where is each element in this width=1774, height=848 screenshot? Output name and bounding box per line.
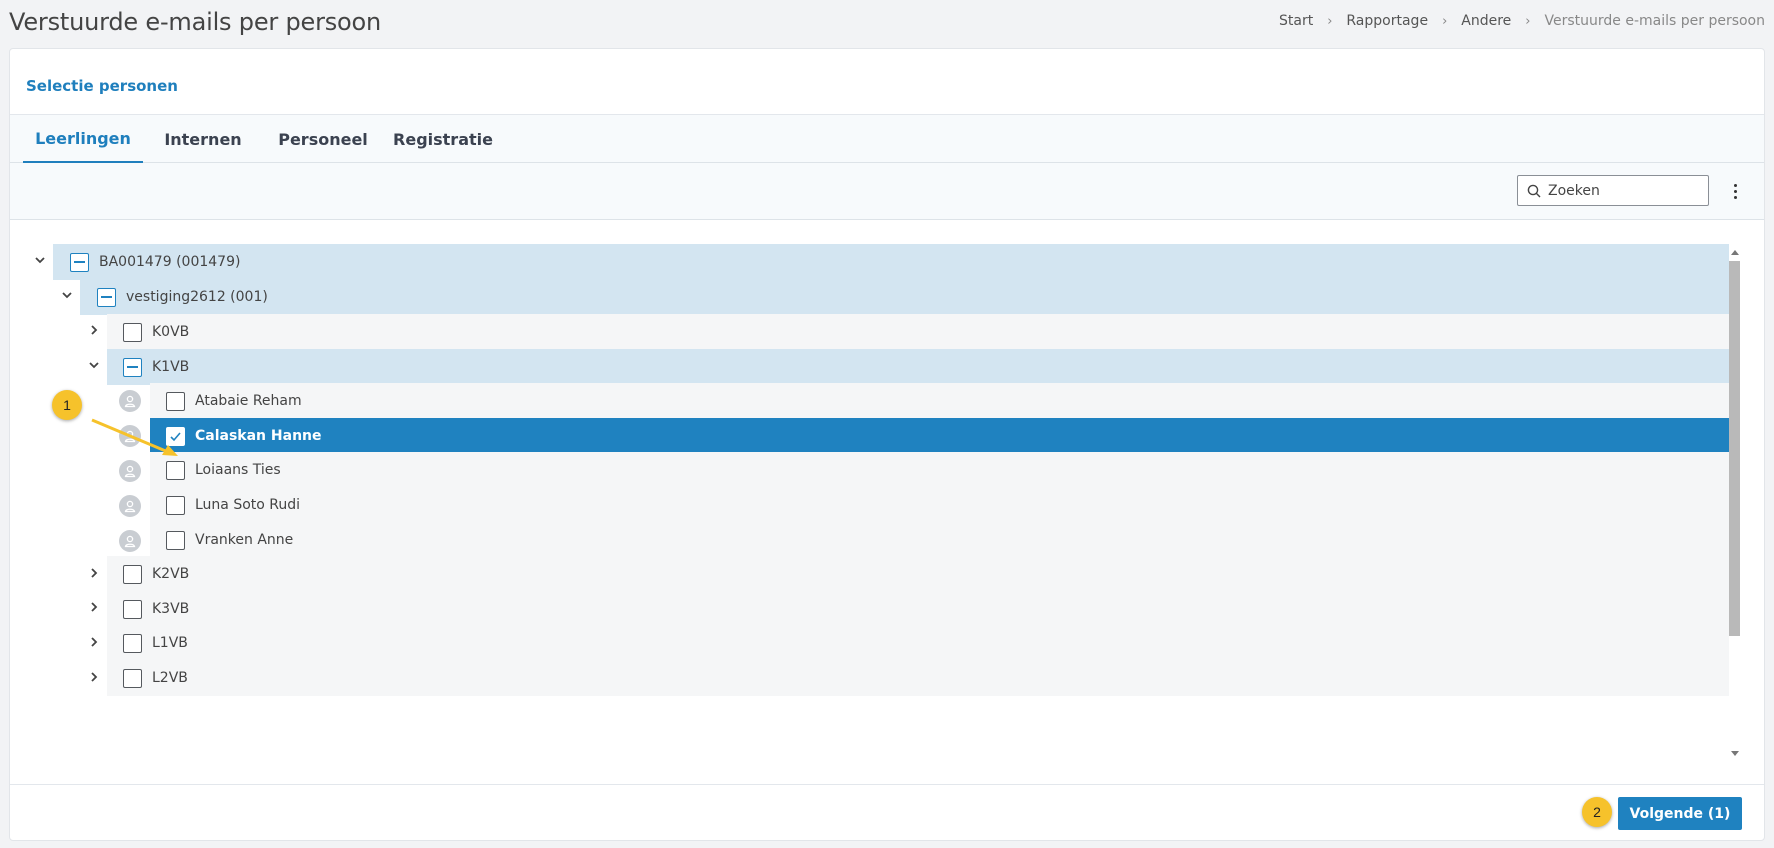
checkbox[interactable]	[166, 460, 185, 480]
tree-node-label: Vranken Anne	[195, 532, 294, 548]
tree-node-class[interactable]: L1VB	[107, 625, 1729, 661]
tab-leerlingen[interactable]: Leerlingen	[23, 115, 143, 163]
tree-node-student[interactable]: Atabaie Reham	[150, 383, 1729, 419]
tree-node-class[interactable]: K0VB	[107, 314, 1729, 350]
search-icon	[1527, 184, 1541, 197]
checkbox-partial[interactable]	[70, 252, 89, 272]
annotation-marker-1: 1	[52, 390, 82, 420]
chevron-right-icon[interactable]	[86, 634, 102, 650]
more-options-icon[interactable]	[1727, 180, 1743, 202]
chevron-right-icon[interactable]	[86, 599, 102, 615]
annotation-marker-2: 2	[1582, 797, 1612, 827]
toolbar	[10, 163, 1764, 220]
checkbox[interactable]	[123, 633, 142, 653]
tree-node-vestiging[interactable]: vestiging2612 (001)	[80, 279, 1729, 315]
tree-node-student[interactable]: Luna Soto Rudi	[150, 487, 1729, 523]
checkbox[interactable]	[123, 599, 142, 619]
chevron-right-icon: ›	[1327, 13, 1333, 29]
tree-view: BA001479 (001479) vestiging2612 (001) K0…	[10, 220, 1764, 786]
chevron-down-icon[interactable]	[59, 287, 75, 303]
tree-node-label: Luna Soto Rudi	[195, 497, 301, 513]
selection-card: Selectie personen Leerlingen Internen Pe…	[9, 48, 1765, 841]
tree-node-class[interactable]: K3VB	[107, 591, 1729, 627]
tree-node-label: Atabaie Reham	[195, 393, 302, 409]
person-avatar-icon	[119, 460, 141, 482]
scroll-down-icon[interactable]	[1731, 751, 1739, 756]
chevron-right-icon[interactable]	[86, 669, 102, 685]
annotation-arrow	[91, 418, 178, 456]
person-avatar-icon	[119, 530, 141, 552]
breadcrumb-rapportage[interactable]: Rapportage	[1346, 13, 1428, 29]
breadcrumb-start[interactable]: Start	[1279, 13, 1313, 29]
tree-scrollbar[interactable]	[1728, 248, 1741, 758]
checkbox[interactable]	[123, 322, 142, 342]
tree-node-label: K0VB	[152, 324, 190, 340]
tree-node-label: L2VB	[152, 670, 188, 686]
search-box[interactable]	[1517, 175, 1709, 206]
breadcrumb: Start › Rapportage › Andere › Verstuurde…	[1279, 13, 1765, 29]
tab-registratie[interactable]: Registratie	[383, 115, 503, 163]
chevron-down-icon[interactable]	[86, 357, 102, 373]
tree-node-student[interactable]: Vranken Anne	[150, 522, 1729, 558]
checkbox[interactable]	[166, 530, 185, 550]
card-footer: Volgende (1)	[10, 784, 1764, 840]
tree-node-label: BA001479 (001479)	[99, 254, 241, 270]
tree-node-label: vestiging2612 (001)	[126, 289, 268, 305]
tab-personeel[interactable]: Personeel	[263, 115, 383, 163]
breadcrumb-current: Verstuurde e-mails per persoon	[1544, 13, 1765, 29]
tree-node-student[interactable]: Loiaans Ties	[150, 452, 1729, 488]
tab-internen[interactable]: Internen	[143, 115, 263, 163]
chevron-down-icon[interactable]	[32, 252, 48, 268]
page-title: Verstuurde e-mails per persoon	[9, 8, 382, 36]
checkbox-partial[interactable]	[97, 287, 116, 307]
search-input[interactable]	[1548, 182, 1698, 199]
next-button[interactable]: Volgende (1)	[1618, 797, 1742, 830]
tab-bar: Leerlingen Internen Personeel Registrati…	[10, 115, 1764, 163]
tree-node-label: K1VB	[152, 359, 190, 375]
checkbox[interactable]	[166, 391, 185, 411]
checkbox-partial[interactable]	[123, 357, 142, 377]
scroll-up-icon[interactable]	[1731, 250, 1739, 255]
chevron-right-icon[interactable]	[86, 565, 102, 581]
checkbox[interactable]	[123, 564, 142, 584]
card-title: Selectie personen	[26, 77, 178, 95]
card-header: Selectie personen	[10, 49, 1764, 115]
tree-node-class[interactable]: K2VB	[107, 556, 1729, 592]
tree-node-label: K2VB	[152, 566, 190, 582]
tree-node-student-selected[interactable]: Calaskan Hanne	[150, 418, 1729, 454]
tree-node-root[interactable]: BA001479 (001479)	[53, 244, 1729, 280]
chevron-right-icon: ›	[1442, 13, 1448, 29]
tree-node-label: Calaskan Hanne	[195, 428, 322, 444]
tree-node-label: Loiaans Ties	[195, 462, 281, 478]
chevron-right-icon[interactable]	[86, 322, 102, 338]
checkbox[interactable]	[166, 495, 185, 515]
scrollbar-thumb[interactable]	[1729, 261, 1740, 636]
chevron-right-icon: ›	[1525, 13, 1531, 29]
breadcrumb-andere[interactable]: Andere	[1461, 13, 1511, 29]
checkbox[interactable]	[123, 668, 142, 688]
tree-node-class[interactable]: L2VB	[107, 660, 1729, 696]
person-avatar-icon	[119, 495, 141, 517]
tree-node-label: K3VB	[152, 601, 190, 617]
tree-node-label: L1VB	[152, 635, 188, 651]
tree-node-class[interactable]: K1VB	[107, 349, 1729, 385]
person-avatar-icon	[119, 390, 141, 412]
